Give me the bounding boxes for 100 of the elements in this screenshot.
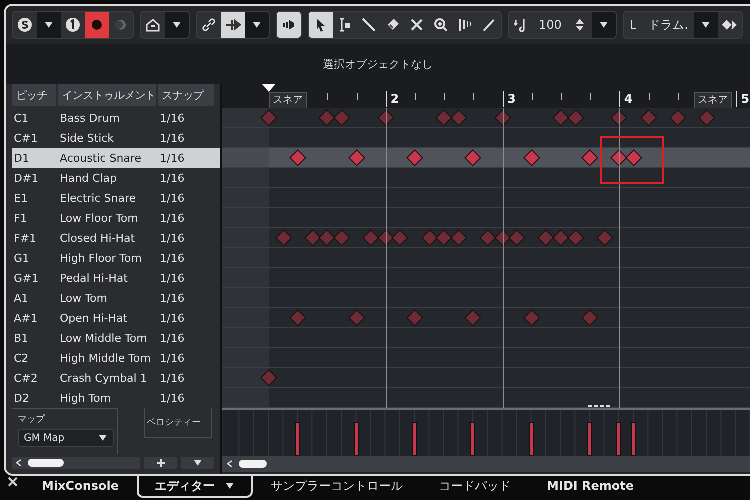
resize-handle-icon[interactable]	[588, 405, 610, 408]
note-lane[interactable]	[222, 128, 750, 148]
drum-list-row[interactable]: C1 Bass Drum 1/16	[12, 108, 220, 128]
toolbar-value: ドラム.	[648, 16, 690, 34]
snap-cell-text: 1/16	[159, 152, 186, 164]
pitch-cell-text: B1	[13, 332, 30, 344]
pitch-cell-text: G#1	[13, 272, 40, 284]
dropdown-button[interactable]	[245, 12, 269, 38]
drum-list-row[interactable]: D2 High Tom 1/16	[12, 388, 220, 408]
velocity-bar[interactable]	[354, 422, 359, 456]
horizontal-scrollbar[interactable]	[222, 456, 750, 472]
caret-icon	[192, 459, 202, 467]
plus-icon	[156, 458, 166, 468]
drum-list-row[interactable]: D#1 Hand Clap 1/16	[12, 168, 220, 188]
ruler[interactable]: スネア 2 3 4 スネア 5	[222, 84, 750, 108]
drum-list-row[interactable]: F1 Low Floor Tom 1/16	[12, 208, 220, 228]
pitch-cell-text: G1	[13, 252, 31, 264]
drum-note[interactable]	[494, 230, 512, 246]
zoom-icon	[433, 17, 449, 33]
comb-icon	[457, 17, 473, 33]
velocity-bar[interactable]	[470, 422, 476, 456]
link-icon	[201, 17, 217, 33]
velocity-bar[interactable]	[412, 422, 417, 456]
map-label: マップ	[18, 413, 46, 426]
drum-note[interactable]	[582, 150, 599, 166]
velocity-bar[interactable]	[587, 422, 592, 456]
bar-number: 3	[502, 91, 516, 107]
snap-cell-text: 1/16	[159, 392, 186, 404]
velocity-lane[interactable]	[222, 408, 750, 456]
snap-cell-text: 1/16	[159, 172, 186, 184]
velocity-bar[interactable]	[616, 422, 622, 456]
map-dropdown[interactable]: GM Map	[18, 429, 114, 447]
instrument-cell-text: Low Middle Tom	[59, 332, 148, 344]
snap-cell-text: 1/16	[159, 352, 186, 364]
highlight-box	[600, 136, 664, 184]
snap-cell-text: 1/16	[159, 212, 186, 224]
drum-list-row[interactable]: B1 Low Middle Tom 1/16	[12, 328, 220, 348]
dropdown-button[interactable]	[165, 12, 189, 38]
toolbar-button[interactable]	[221, 12, 245, 38]
velocity-bar[interactable]	[528, 422, 534, 456]
instrument-cell-text: Low Floor Tom	[59, 212, 140, 224]
lane-menu-button[interactable]	[181, 457, 214, 469]
pitch-cell-text: A#1	[13, 312, 39, 324]
dropdown-button[interactable]	[37, 12, 61, 38]
snap-cell-text: 1/16	[159, 312, 186, 324]
snap-cell-text: 1/16	[159, 252, 186, 264]
house-icon	[145, 17, 161, 33]
drum-list-row[interactable]: C#2 Crash Cymbal 1 1/16	[12, 368, 220, 388]
line-tool-icon	[481, 17, 497, 33]
toolbar-button[interactable]	[309, 12, 333, 38]
bar-number: 4	[619, 91, 633, 107]
drum-note[interactable]	[377, 230, 394, 246]
drum-note[interactable]	[626, 150, 643, 166]
drum-list-row[interactable]: C#1 Side Stick 1/16	[12, 128, 220, 148]
instrument-cell-text: Acoustic Snare	[59, 152, 142, 164]
velocity-bar[interactable]	[631, 422, 636, 456]
horizontal-scrollbar[interactable]	[12, 457, 140, 469]
cue-marker[interactable]: スネア	[694, 92, 732, 109]
draw-tool-icon	[361, 17, 377, 33]
drum-note[interactable]	[610, 150, 628, 166]
note-lane[interactable]	[222, 168, 750, 188]
drum-list-row[interactable]: D1 Acoustic Snare 1/16	[12, 148, 220, 168]
caret-icon	[98, 434, 108, 442]
scroll-thumb[interactable]	[28, 459, 64, 467]
drum-list-row[interactable]: E1 Electric Snare 1/16	[12, 188, 220, 208]
drum-list-row[interactable]: A#1 Open Hi-Hat 1/16	[12, 308, 220, 328]
dropdown-button[interactable]	[592, 12, 616, 38]
toolbar-value: L	[628, 18, 638, 32]
pitch-cell-text: C#1	[13, 132, 39, 144]
dropdown-button[interactable]	[694, 12, 718, 38]
column-header[interactable]: スナップ	[158, 84, 214, 106]
panel-tab[interactable]: エディター	[137, 476, 254, 498]
status-text: 選択オブジェクトなし	[323, 56, 433, 72]
snap-cell-text: 1/16	[159, 272, 186, 284]
add-lane-button[interactable]	[144, 457, 177, 469]
drum-list-row[interactable]: G#1 Pedal Hi-Hat 1/16	[12, 268, 220, 288]
drum-list-row[interactable]: F#1 Closed Hi-Hat 1/16	[12, 228, 220, 248]
drum-list-row[interactable]: A1 Low Tom 1/16	[12, 288, 220, 308]
column-header[interactable]: ピッチ	[12, 84, 56, 106]
close-icon[interactable]	[6, 476, 20, 488]
up-down-icon	[574, 17, 585, 33]
drum-list-row[interactable]: C2 High Middle Tom 1/16	[12, 348, 220, 368]
instrument-cell-text: High Floor Tom	[59, 252, 143, 264]
caret-icon	[44, 21, 54, 29]
split-arrow-icon	[225, 17, 241, 33]
caret-icon	[252, 21, 262, 29]
scroll-thumb[interactable]	[239, 460, 267, 468]
snap-cell-text: 1/16	[159, 292, 186, 304]
drum-list-row[interactable]: G1 High Floor Tom 1/16	[12, 248, 220, 268]
pitch-cell-text: C1	[13, 112, 30, 124]
instrument-cell-text: Side Stick	[59, 132, 116, 144]
instrument-cell-text: High Tom	[59, 392, 112, 404]
note-lane[interactable]	[222, 148, 750, 168]
pitch-cell-text: E1	[13, 192, 29, 204]
moon-icon	[113, 17, 129, 33]
cue-marker[interactable]: スネア	[269, 92, 307, 109]
pitch-cell-text: D#1	[13, 172, 40, 184]
velocity-bar[interactable]	[295, 422, 300, 456]
instrument-cell-text: High Middle Tom	[59, 352, 152, 364]
column-header[interactable]: インストゥルメント	[58, 84, 156, 106]
